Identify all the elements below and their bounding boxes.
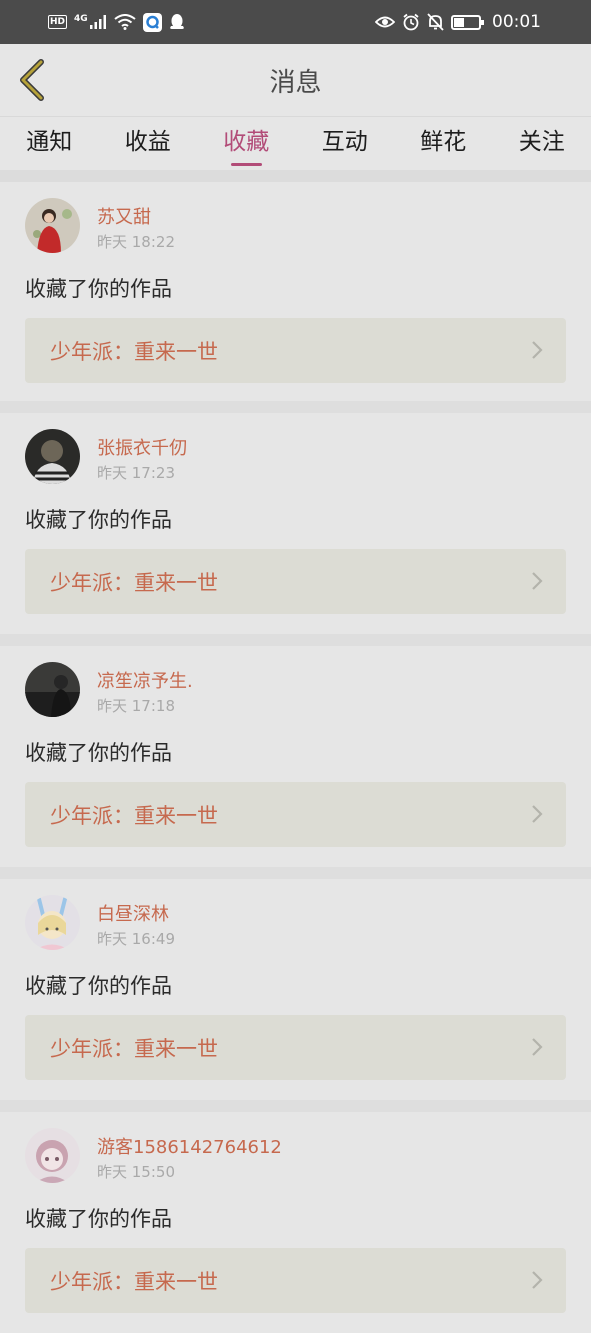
eye-icon [375,15,395,29]
username[interactable]: 凉笙凉予生. [97,667,193,693]
action-text: 收藏了你的作品 [25,970,172,1000]
work-link[interactable]: 少年派：重来一世 [25,1015,566,1080]
tab-notifications[interactable]: 通知 [0,117,99,171]
avatar[interactable] [25,198,80,253]
battery-icon [451,15,481,30]
status-left-icons: HD 4G [48,13,185,32]
timestamp: 昨天 15:50 [97,1161,175,1182]
work-title: 少年派：重来一世 [50,800,218,830]
chevron-right-icon [530,340,544,360]
avatar[interactable] [25,662,80,717]
tab-earnings[interactable]: 收益 [99,117,198,171]
username[interactable]: 张振衣千仞 [97,434,187,460]
username[interactable]: 苏又甜 [97,203,151,229]
status-time: 00:01 [492,12,541,32]
work-link[interactable]: 少年派：重来一世 [25,1248,566,1313]
header: 消息 [0,44,591,116]
tab-interactions[interactable]: 互动 [296,117,395,171]
bell-off-icon [427,13,444,31]
tab-follow[interactable]: 关注 [493,117,591,171]
tab-flowers[interactable]: 鲜花 [394,117,493,171]
alarm-icon [402,13,420,31]
tab-bar: 通知 收益 收藏 互动 鲜花 关注 [0,116,591,170]
chevron-right-icon [530,571,544,591]
work-title: 少年派：重来一世 [50,1033,218,1063]
hd-icon: HD [48,15,67,29]
timestamp: 昨天 16:49 [97,928,175,949]
work-title: 少年派：重来一世 [50,567,218,597]
qq-penguin-icon [169,13,185,31]
action-text: 收藏了你的作品 [25,737,172,767]
wifi-icon [114,14,136,30]
status-bar: HD 4G [0,0,591,44]
status-right-icons: 00:01 [375,12,541,32]
app-q-icon [143,13,162,32]
timestamp: 昨天 17:23 [97,462,175,483]
chevron-right-icon [530,804,544,824]
list-item: 张振衣千仞 昨天 17:23 收藏了你的作品 少年派：重来一世 [0,401,591,634]
chevron-left-icon [17,59,47,101]
list-item: 凉笙凉予生. 昨天 17:18 收藏了你的作品 少年派：重来一世 [0,634,591,867]
page-title: 消息 [269,62,321,99]
action-text: 收藏了你的作品 [25,273,172,303]
list-item: 苏又甜 昨天 18:22 收藏了你的作品 少年派：重来一世 [0,170,591,401]
chevron-right-icon [530,1037,544,1057]
action-text: 收藏了你的作品 [25,1203,172,1233]
avatar[interactable] [25,429,80,484]
tab-favorites[interactable]: 收藏 [197,117,296,171]
work-link[interactable]: 少年派：重来一世 [25,549,566,614]
action-text: 收藏了你的作品 [25,504,172,534]
work-title: 少年派：重来一世 [50,1266,218,1296]
work-link[interactable]: 少年派：重来一世 [25,318,566,383]
back-button[interactable] [14,58,50,102]
username[interactable]: 白昼深林 [97,900,169,926]
timestamp: 昨天 17:18 [97,695,175,716]
work-title: 少年派：重来一世 [50,336,218,366]
work-link[interactable]: 少年派：重来一世 [25,782,566,847]
username[interactable]: 游客1586142764612 [97,1133,282,1159]
list-item: 白昼深林 昨天 16:49 收藏了你的作品 少年派：重来一世 [0,867,591,1100]
chevron-right-icon [530,1270,544,1290]
message-list: 苏又甜 昨天 18:22 收藏了你的作品 少年派：重来一世 张振衣千仞 昨天 1… [0,170,591,1333]
avatar[interactable] [25,1128,80,1183]
signal-4g-icon: 4G [74,14,107,30]
list-item: 游客1586142764612 昨天 15:50 收藏了你的作品 少年派：重来一… [0,1100,591,1333]
avatar[interactable] [25,895,80,950]
timestamp: 昨天 18:22 [97,231,175,252]
